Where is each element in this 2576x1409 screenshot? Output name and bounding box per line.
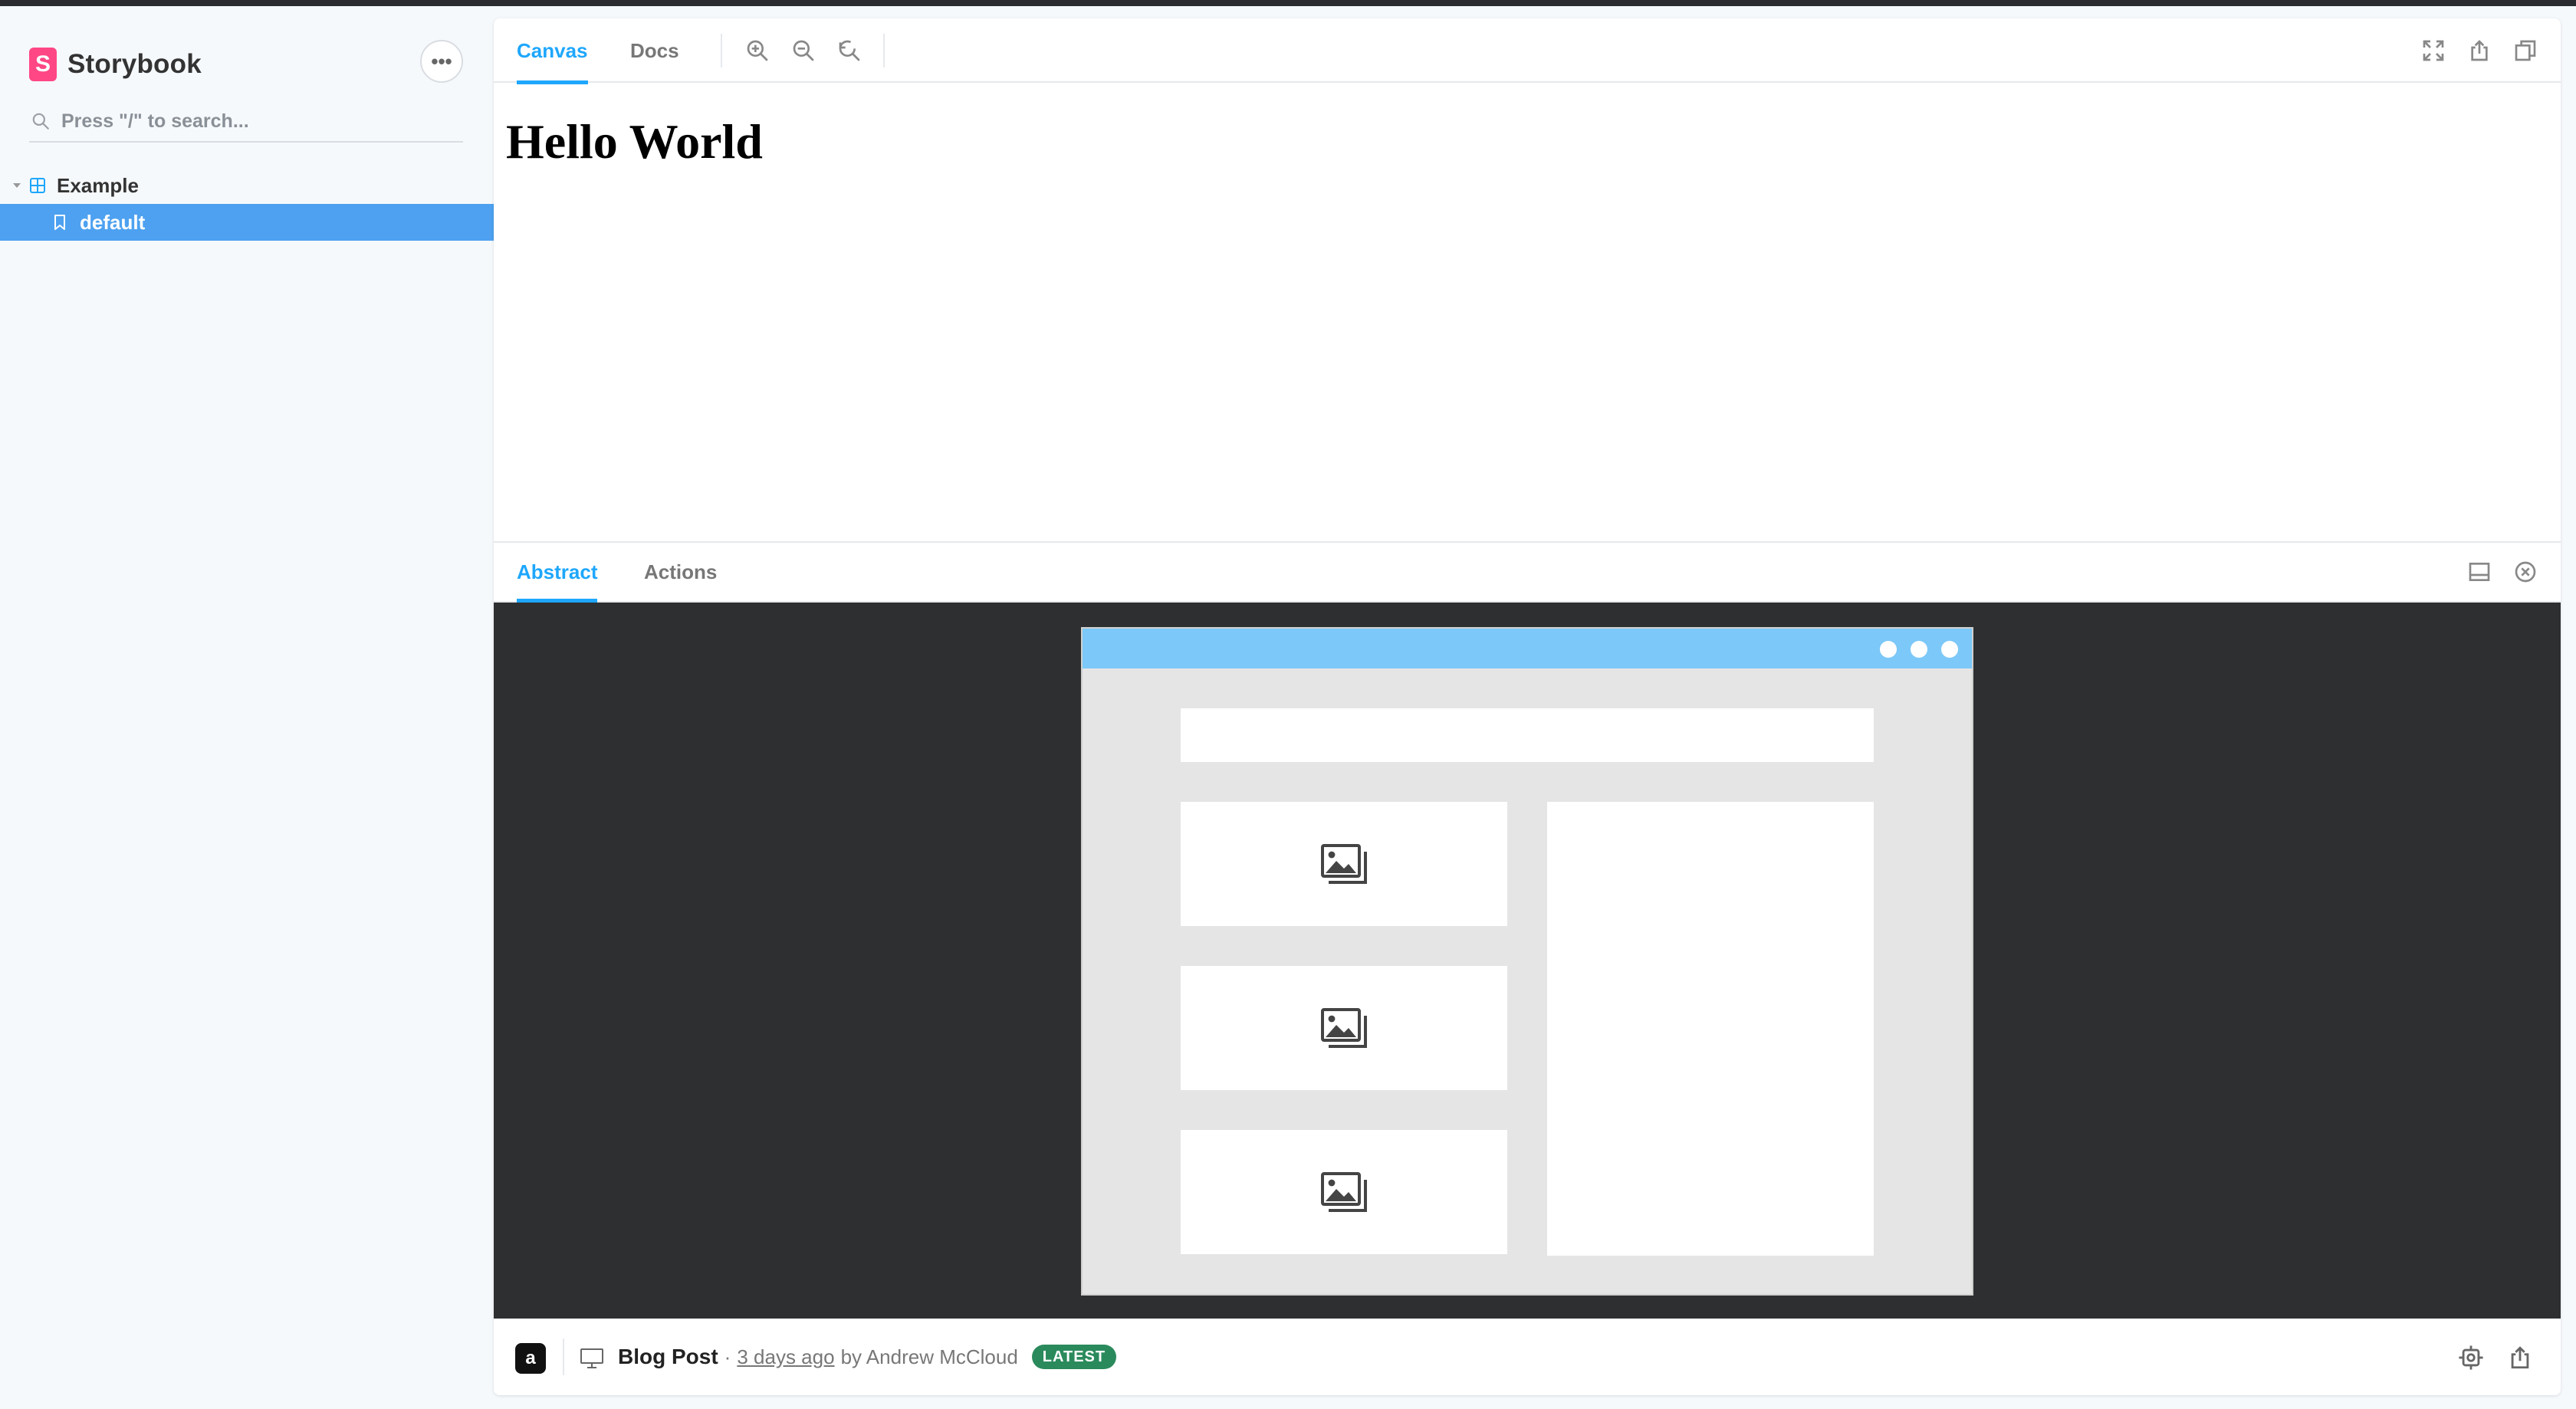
time-ago-link[interactable]: 3 days ago: [737, 1345, 834, 1369]
window-dot-icon: [1911, 641, 1927, 658]
sidebar: S Storybook ••• Example default: [0, 6, 494, 1409]
main-panel: Canvas Docs Hello World Abstract Actions…: [494, 18, 2561, 1395]
abstract-logo-icon[interactable]: a: [515, 1343, 546, 1374]
close-panel-icon[interactable]: [2513, 560, 2538, 584]
brand-name: Storybook: [67, 49, 202, 79]
toolbar-divider: [883, 34, 885, 67]
mock-image-card: [1181, 966, 1507, 1090]
storybook-logo-icon: S: [29, 48, 57, 81]
settings-icon[interactable]: [2458, 1345, 2484, 1371]
abstract-meta: Blog Post · 3 days ago by Andrew McCloud…: [618, 1319, 1117, 1395]
brand[interactable]: S Storybook: [29, 43, 202, 86]
sidebar-menu-button[interactable]: •••: [420, 40, 463, 83]
window-top-strip: [0, 0, 2576, 6]
abstract-preview-panel: [494, 603, 2561, 1319]
sidebar-group-example[interactable]: Example: [11, 169, 139, 202]
fullscreen-icon[interactable]: [2421, 38, 2446, 63]
zoom-in-icon[interactable]: [745, 38, 770, 63]
layout-preview-image[interactable]: [1081, 627, 1973, 1296]
search-icon: [32, 113, 49, 130]
bookmark-icon: [54, 215, 65, 230]
toolbar-divider: [721, 34, 722, 67]
footer-divider: [563, 1338, 564, 1375]
sidebar-item-label: default: [80, 210, 146, 234]
tab-abstract[interactable]: Abstract: [517, 543, 598, 603]
copy-icon[interactable]: [2513, 38, 2538, 63]
search-input[interactable]: [61, 110, 445, 133]
image-placeholder-icon: [1321, 844, 1367, 884]
window-dot-icon: [1941, 641, 1958, 658]
status-badge: LATEST: [1031, 1345, 1117, 1369]
story-heading: Hello World: [506, 114, 763, 169]
image-placeholder-icon: [1321, 1008, 1367, 1048]
toolbar: Canvas Docs: [494, 18, 2561, 84]
reset-zoom-icon[interactable]: [837, 38, 862, 63]
share-icon[interactable]: [2467, 38, 2492, 63]
artboard-title[interactable]: Blog Post: [618, 1345, 718, 1369]
canvas-preview: Hello World: [494, 84, 2561, 541]
sidebar-group-label: Example: [57, 173, 139, 197]
addons-tabbar: Abstract Actions: [494, 541, 2561, 603]
mock-window-titlebar: [1083, 629, 1972, 668]
panel-layout-icon[interactable]: [2467, 560, 2492, 584]
chevron-down-icon[interactable]: [11, 179, 23, 192]
mock-image-card: [1181, 1130, 1507, 1254]
search-bar: [29, 101, 463, 143]
window-dot-icon: [1880, 641, 1897, 658]
image-placeholder-icon: [1321, 1172, 1367, 1212]
mock-sidebar-block: [1547, 802, 1874, 1256]
mock-image-card: [1181, 802, 1507, 926]
abstract-footer: a Blog Post · 3 days ago by Andrew McClo…: [494, 1319, 2561, 1395]
export-icon[interactable]: [2507, 1345, 2533, 1371]
meta-separator: ·: [724, 1345, 731, 1368]
tab-canvas[interactable]: Canvas: [517, 18, 588, 84]
sidebar-item-default[interactable]: default: [0, 204, 494, 241]
tab-actions[interactable]: Actions: [644, 543, 717, 601]
monitor-icon: [580, 1348, 603, 1368]
component-icon: [30, 178, 45, 193]
zoom-out-icon[interactable]: [791, 38, 816, 63]
tab-docs[interactable]: Docs: [630, 18, 679, 83]
author-text: by Andrew McCloud: [840, 1345, 1018, 1368]
mock-header-block: [1181, 708, 1874, 762]
